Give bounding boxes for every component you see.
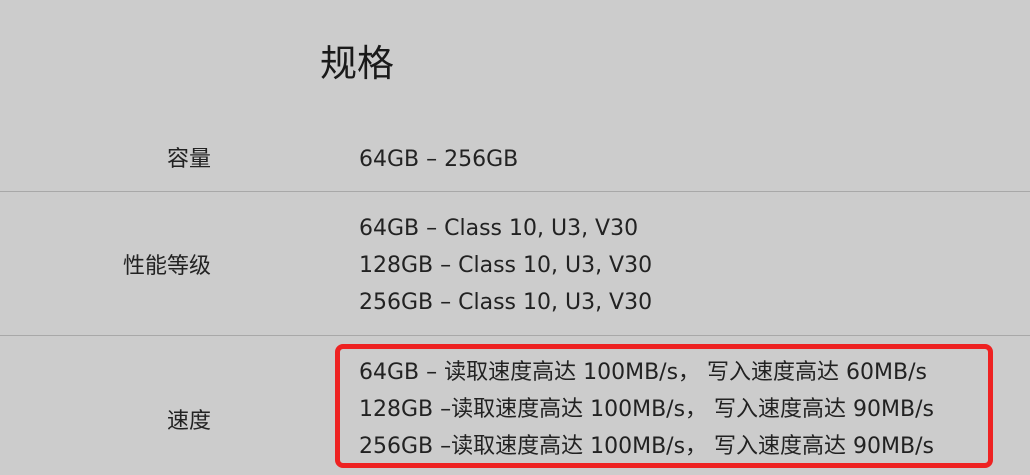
- row-divider: [0, 335, 1030, 336]
- spec-values-performance: 64GB – Class 10, U3, V30 128GB – Class 1…: [359, 210, 652, 321]
- spec-label-speed: 速度: [166, 409, 211, 434]
- page-title: 规格: [320, 42, 394, 85]
- spec-label-performance: 性能等级: [122, 254, 211, 279]
- row-divider: [0, 191, 1030, 192]
- spec-value: 128GB – Class 10, U3, V30: [359, 253, 653, 278]
- spec-values-capacity: 64GB – 256GB: [359, 141, 518, 178]
- spec-value: 64GB – Class 10, U3, V30: [359, 216, 639, 241]
- spec-value: 64GB – 256GB: [359, 147, 519, 172]
- highlight-box: [335, 344, 993, 468]
- spec-label-capacity: 容量: [166, 147, 211, 172]
- spec-value: 256GB – Class 10, U3, V30: [359, 290, 653, 315]
